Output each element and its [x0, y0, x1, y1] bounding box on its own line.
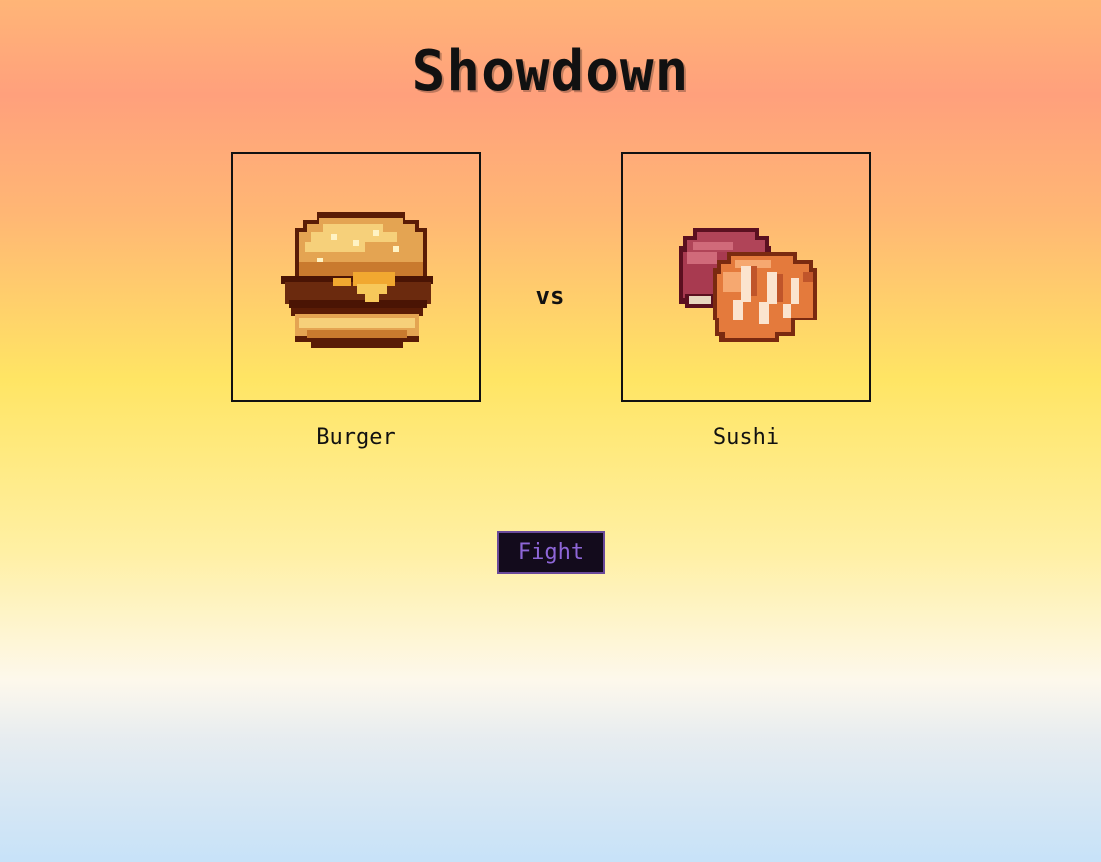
right-contender-card[interactable] [621, 152, 871, 402]
sushi-icon [679, 228, 817, 342]
right-contender-name: Sushi [712, 425, 780, 450]
left-contender-name: Burger [316, 425, 396, 450]
burger-icon [281, 212, 433, 348]
versus-label: vs [535, 282, 565, 310]
left-contender-card[interactable] [231, 152, 481, 402]
fight-button[interactable]: Fight [497, 531, 605, 574]
page-title: Showdown [411, 39, 690, 104]
